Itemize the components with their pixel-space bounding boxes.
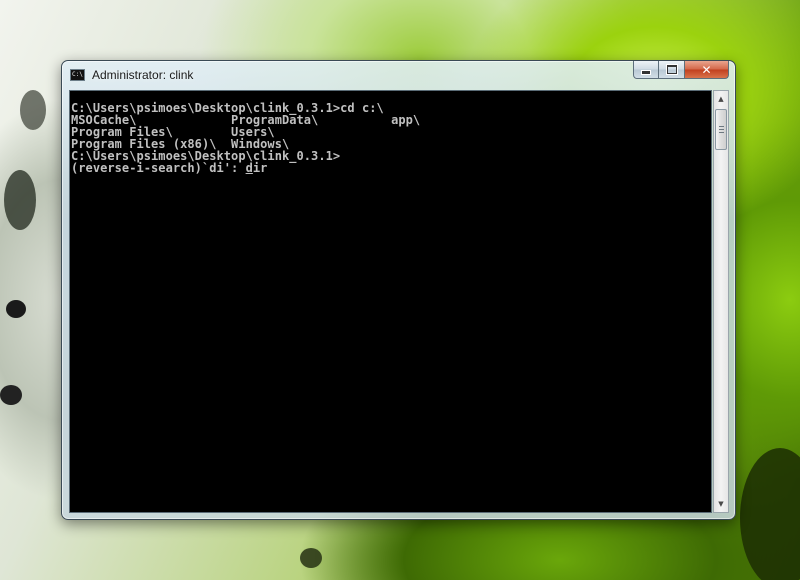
console-area[interactable]: C:\Users\psimoes\Desktop\clink_0.3.1>cd … — [69, 90, 712, 513]
wallpaper-dark-spot — [4, 170, 36, 230]
thumb-grip — [719, 129, 724, 130]
scroll-thumb[interactable] — [715, 109, 727, 150]
console-icon[interactable]: C:\ — [70, 69, 85, 81]
thumb-grip — [719, 126, 724, 127]
window-controls: ✕ — [633, 61, 729, 80]
text-cursor: d — [245, 161, 253, 175]
wallpaper-dark-spot — [20, 90, 46, 130]
scroll-up-arrow-icon[interactable]: ▲ — [714, 91, 728, 107]
minimize-button[interactable] — [633, 61, 659, 79]
close-button[interactable]: ✕ — [685, 61, 729, 79]
maximize-icon — [666, 65, 677, 74]
maximize-button[interactable] — [659, 61, 685, 79]
wallpaper-dark-spot — [740, 448, 800, 580]
wallpaper-dark-spot — [0, 385, 22, 405]
close-icon: ✕ — [701, 62, 712, 77]
title-bar[interactable]: C:\ Administrator: clink ✕ — [62, 61, 735, 90]
scroll-down-arrow-icon[interactable]: ▼ — [714, 496, 728, 512]
reverse-search-line[interactable]: (reverse-i-search)`di': dir — [71, 162, 420, 174]
reverse-search-match: ir — [252, 161, 268, 175]
vertical-scrollbar[interactable]: ▲ ▼ — [713, 90, 729, 513]
window-title: Administrator: clink — [92, 68, 194, 82]
thumb-grip — [719, 132, 724, 133]
console-output: C:\Users\psimoes\Desktop\clink_0.3.1>cd … — [71, 102, 420, 174]
reverse-search-prompt: (reverse-i-search)`di': — [71, 161, 246, 175]
minimize-icon — [641, 70, 651, 75]
wallpaper-dark-spot — [6, 300, 26, 318]
console-window[interactable]: C:\ Administrator: clink ✕ C:\Users\psim… — [61, 60, 736, 520]
wallpaper-dark-spot — [300, 548, 322, 568]
